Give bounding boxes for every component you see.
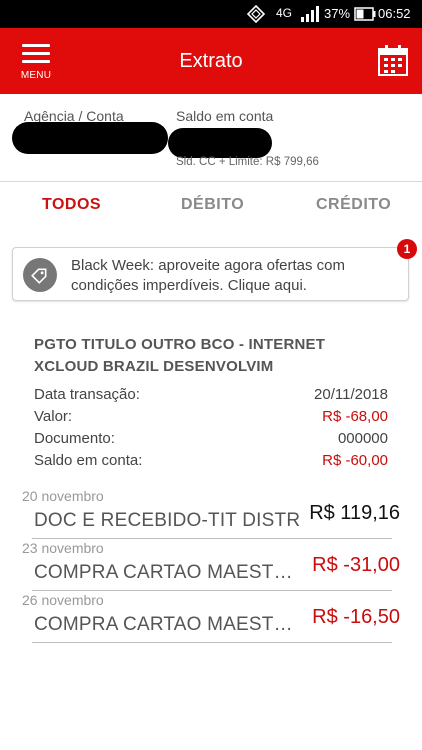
detail-row: Valor: R$ -68,00	[34, 408, 388, 430]
calendar-button[interactable]	[376, 44, 410, 78]
detail-label: Saldo em conta:	[34, 452, 143, 469]
divider	[32, 642, 392, 643]
detail-row: Documento: 000000	[34, 430, 388, 452]
calendar-icon	[378, 45, 408, 76]
detail-label: Data transação:	[34, 386, 140, 403]
tab-debito[interactable]: DÉBITO	[181, 196, 244, 214]
detail-value: 20/11/2018	[314, 386, 388, 403]
transaction-date: 20 novembro	[22, 488, 104, 504]
detail-row: Saldo em conta: R$ -60,00	[34, 452, 388, 474]
tab-todos[interactable]: TODOS	[42, 196, 101, 214]
transaction-amount: R$ 119,16	[309, 502, 400, 524]
transaction-description: COMPRA CARTAO MAESTRO	[34, 614, 302, 635]
price-tag-icon	[31, 268, 47, 284]
network-type: 4G	[276, 6, 293, 20]
battery-icon	[354, 7, 376, 21]
app-bar: MENU Extrato	[0, 28, 422, 94]
detail-value: 000000	[337, 430, 388, 447]
divider	[32, 590, 392, 591]
promo-banner[interactable]: Black Week: aproveite agora ofertas com …	[12, 247, 409, 301]
detail-value: R$ -68,00	[322, 408, 388, 425]
transaction-amount: R$ -31,00	[312, 554, 400, 576]
status-bar: 4G 37% 06:52	[0, 0, 422, 28]
transaction-item[interactable]: 26 novembro COMPRA CARTAO MAESTRO R$ -16…	[22, 592, 400, 644]
tag-icon	[23, 258, 57, 292]
tab-credito[interactable]: CRÉDITO	[316, 196, 391, 214]
page-title: Extrato	[179, 50, 243, 72]
notification-badge: 1	[397, 239, 417, 259]
transaction-amount: R$ -16,50	[312, 606, 400, 628]
transaction-detail: PGTO TITULO OUTRO BCO - INTERNET XCLOUD …	[34, 334, 388, 469]
transaction-description: COMPRA CARTAO MAESTRO	[34, 562, 302, 583]
detail-row: Data transação: 20/11/2018	[34, 386, 388, 408]
hamburger-icon	[22, 44, 50, 47]
detail-label: Documento:	[34, 430, 115, 447]
transaction-date: 23 novembro	[22, 540, 104, 556]
divider	[32, 538, 392, 539]
transaction-description: DOC E RECEBIDO-TIT DISTR	[34, 510, 301, 531]
promo-text: Black Week: aproveite agora ofertas com …	[71, 257, 346, 294]
app-notification-icon	[246, 5, 266, 23]
redacted-account-number	[12, 122, 168, 154]
transaction-item[interactable]: 20 novembro DOC E RECEBIDO-TIT DISTR R$ …	[22, 488, 400, 540]
account-summary: Agência / Conta Saldo em conta Sld. CC +…	[0, 94, 422, 182]
redacted-balance	[168, 128, 272, 158]
detail-title-line2: XCLOUD BRAZIL DESENVOLVIM	[34, 358, 274, 375]
limit-balance: Sld. CC + Limite: R$ 799,66	[176, 156, 319, 168]
detail-title-line1: PGTO TITULO OUTRO BCO - INTERNET	[34, 336, 326, 353]
battery-percent: 37%	[324, 6, 351, 21]
signal-icon	[301, 6, 319, 22]
clock: 06:52	[378, 6, 411, 21]
detail-label: Valor:	[34, 408, 73, 425]
balance-label: Saldo em conta	[176, 108, 274, 124]
transaction-item[interactable]: 23 novembro COMPRA CARTAO MAESTRO R$ -31…	[22, 540, 400, 592]
transaction-date: 26 novembro	[22, 592, 104, 608]
filter-tabs: TODOS DÉBITO CRÉDITO	[0, 188, 422, 228]
detail-value: R$ -60,00	[322, 452, 388, 469]
